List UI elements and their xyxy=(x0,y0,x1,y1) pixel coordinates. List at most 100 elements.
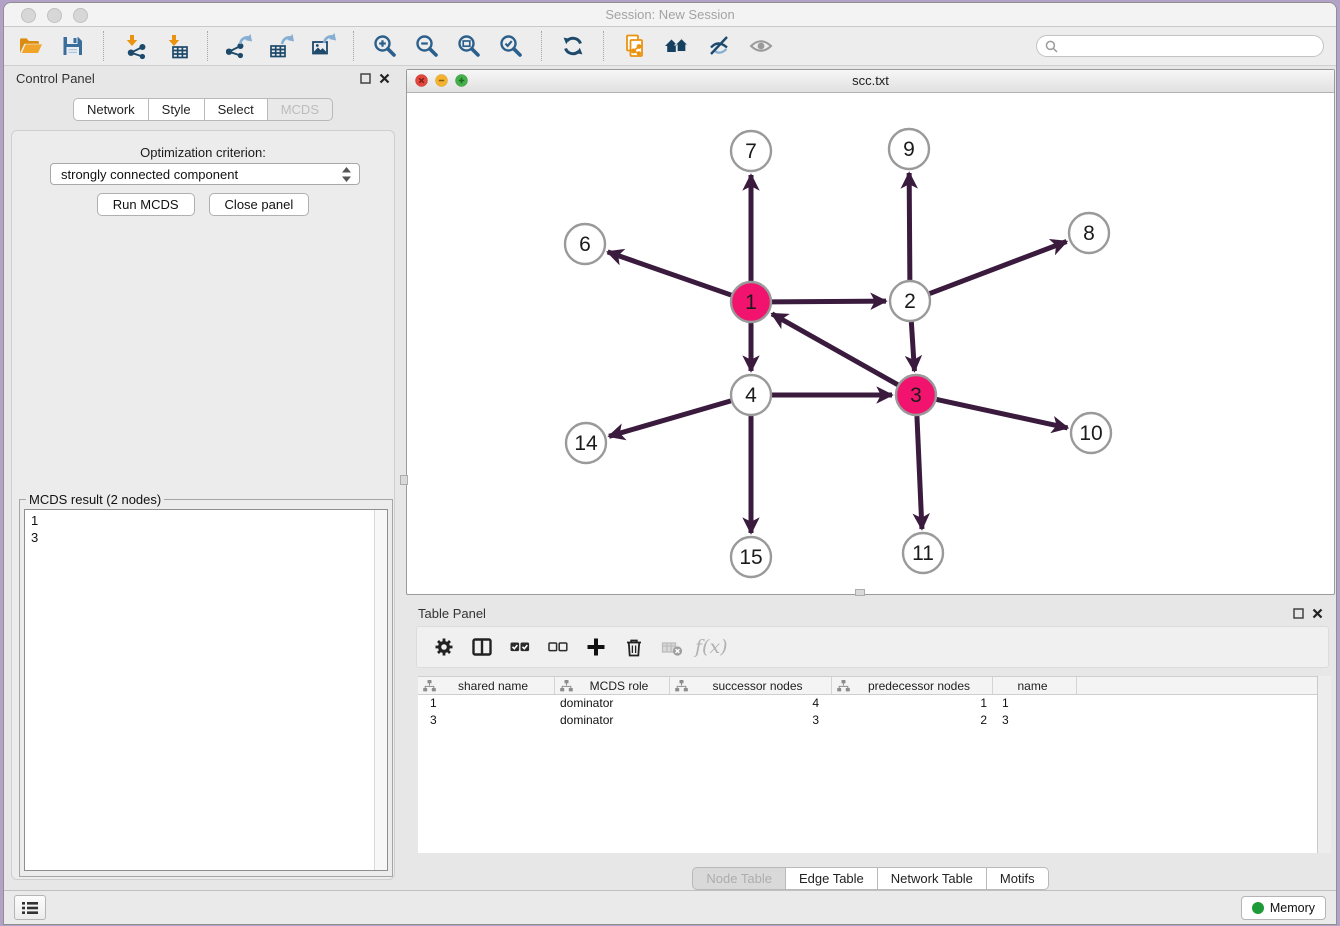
table-cell[interactable]: dominator xyxy=(555,712,670,729)
edge-3-10[interactable] xyxy=(937,399,1068,427)
split-columns-button[interactable] xyxy=(465,631,499,663)
tab-edge-table[interactable]: Edge Table xyxy=(786,867,878,890)
table-cell[interactable]: dominator xyxy=(555,695,670,712)
network-canvas[interactable]: 7968124314101511 xyxy=(408,93,1333,593)
horizontal-splitter-handle[interactable] xyxy=(855,589,865,596)
select-all-button[interactable] xyxy=(503,631,537,663)
run-mcds-button[interactable]: Run MCDS xyxy=(97,193,195,216)
close-panel-button[interactable]: Close panel xyxy=(209,193,310,216)
workspace: Control Panel NetworkStyleSelectMCDS Opt… xyxy=(4,65,1336,891)
column-header-successor-nodes[interactable]: successor nodes xyxy=(670,677,832,694)
export-image-button[interactable] xyxy=(307,30,339,62)
zoom-in-button[interactable] xyxy=(369,30,401,62)
float-table-panel-icon[interactable] xyxy=(1293,608,1304,619)
network-graph: 7968124314101511 xyxy=(408,93,1333,593)
criterion-select[interactable]: strongly connected component xyxy=(50,163,360,185)
edge-2-3[interactable] xyxy=(911,322,914,371)
trash-button[interactable] xyxy=(617,631,651,663)
clone-network-button[interactable] xyxy=(619,30,651,62)
toolbar-separator xyxy=(541,31,543,61)
zoom-fit-button[interactable] xyxy=(453,30,485,62)
export-table-button[interactable] xyxy=(265,30,297,62)
result-scrollbar[interactable] xyxy=(374,510,387,870)
column-header-shared-name[interactable]: shared name xyxy=(418,677,555,694)
search-icon xyxy=(1045,40,1058,53)
edge-2-9[interactable] xyxy=(909,173,910,280)
table-body: 1dominator4113dominator323 xyxy=(418,695,1331,729)
tab-network[interactable]: Network xyxy=(73,98,149,121)
edge-1-2[interactable] xyxy=(772,301,886,302)
node-label-3: 3 xyxy=(910,384,922,407)
save-icon xyxy=(60,33,86,59)
zoom-selected-button[interactable] xyxy=(495,30,527,62)
float-panel-icon[interactable] xyxy=(360,73,371,84)
deselect-all-button[interactable] xyxy=(541,631,575,663)
table-cell[interactable]: 3 xyxy=(993,712,1077,729)
node-label-8: 8 xyxy=(1083,222,1095,245)
table-cell[interactable]: 1 xyxy=(993,695,1077,712)
gear-button[interactable] xyxy=(427,631,461,663)
table-header-row: shared nameMCDS rolesuccessor nodesprede… xyxy=(418,676,1331,695)
table-scrollbar[interactable] xyxy=(1317,676,1331,853)
tab-mcds[interactable]: MCDS xyxy=(268,98,333,121)
node-label-9: 9 xyxy=(903,138,915,161)
table-cell[interactable]: 2 xyxy=(832,712,993,729)
zoom-out-icon xyxy=(414,33,440,59)
network-window-titlebar[interactable]: scc.txt xyxy=(407,70,1334,93)
save-button[interactable] xyxy=(57,30,89,62)
column-type-icon xyxy=(837,680,850,692)
optimization-criterion-label: Optimization criterion: xyxy=(12,145,394,160)
home-button[interactable] xyxy=(661,30,693,62)
vertical-splitter-handle[interactable] xyxy=(400,475,408,485)
import-table-icon xyxy=(164,33,190,59)
tab-node-table[interactable]: Node Table xyxy=(692,867,786,890)
export-network-icon xyxy=(226,33,252,59)
edge-4-14[interactable] xyxy=(609,401,731,436)
table-cell[interactable]: 3 xyxy=(670,712,832,729)
import-table-button[interactable] xyxy=(161,30,193,62)
clone-network-icon xyxy=(622,33,648,59)
table-row[interactable]: 3dominator323 xyxy=(418,712,1331,729)
close-table-panel-icon[interactable] xyxy=(1312,608,1323,619)
table-cell[interactable]: 3 xyxy=(418,712,555,729)
close-panel-icon[interactable] xyxy=(379,73,390,84)
control-panel-tabs: NetworkStyleSelectMCDS xyxy=(4,98,402,121)
node-table: shared nameMCDS rolesuccessor nodesprede… xyxy=(418,676,1331,853)
search-box[interactable] xyxy=(1036,35,1324,57)
node-label-11: 11 xyxy=(912,542,934,565)
delete-table-button[interactable] xyxy=(655,631,689,663)
column-header-name[interactable]: name xyxy=(993,677,1077,694)
zoom-out-button[interactable] xyxy=(411,30,443,62)
tab-style[interactable]: Style xyxy=(149,98,205,121)
import-network-button[interactable] xyxy=(119,30,151,62)
task-history-button[interactable] xyxy=(14,895,46,920)
add-button[interactable] xyxy=(579,631,613,663)
tab-network-table[interactable]: Network Table xyxy=(878,867,987,890)
search-input[interactable] xyxy=(1064,38,1315,55)
export-network-button[interactable] xyxy=(223,30,255,62)
table-row[interactable]: 1dominator411 xyxy=(418,695,1331,712)
edge-3-11[interactable] xyxy=(917,416,922,529)
tab-select[interactable]: Select xyxy=(205,98,268,121)
show-visibility-button[interactable] xyxy=(745,30,777,62)
mcds-result-text[interactable]: 13 xyxy=(25,510,374,870)
table-cell[interactable]: 1 xyxy=(832,695,993,712)
memory-label: Memory xyxy=(1270,901,1315,915)
function-builder-icon[interactable]: f(x) xyxy=(695,636,728,658)
refresh-button[interactable] xyxy=(557,30,589,62)
edge-2-8[interactable] xyxy=(930,242,1067,294)
application-window: Session: New Session Control Panel Netwo… xyxy=(4,3,1336,924)
node-label-4: 4 xyxy=(745,384,757,407)
column-header-predecessor-nodes[interactable]: predecessor nodes xyxy=(832,677,993,694)
memory-button[interactable]: Memory xyxy=(1241,896,1326,920)
edge-3-1[interactable] xyxy=(772,314,898,385)
table-cell[interactable]: 4 xyxy=(670,695,832,712)
hide-visibility-button[interactable] xyxy=(703,30,735,62)
edge-1-6[interactable] xyxy=(608,252,732,295)
node-label-14: 14 xyxy=(574,432,598,455)
deselect-all-icon xyxy=(547,636,569,658)
open-folder-button[interactable] xyxy=(15,30,47,62)
table-cell[interactable]: 1 xyxy=(418,695,555,712)
column-header-MCDS-role[interactable]: MCDS role xyxy=(555,677,670,694)
tab-motifs[interactable]: Motifs xyxy=(987,867,1049,890)
